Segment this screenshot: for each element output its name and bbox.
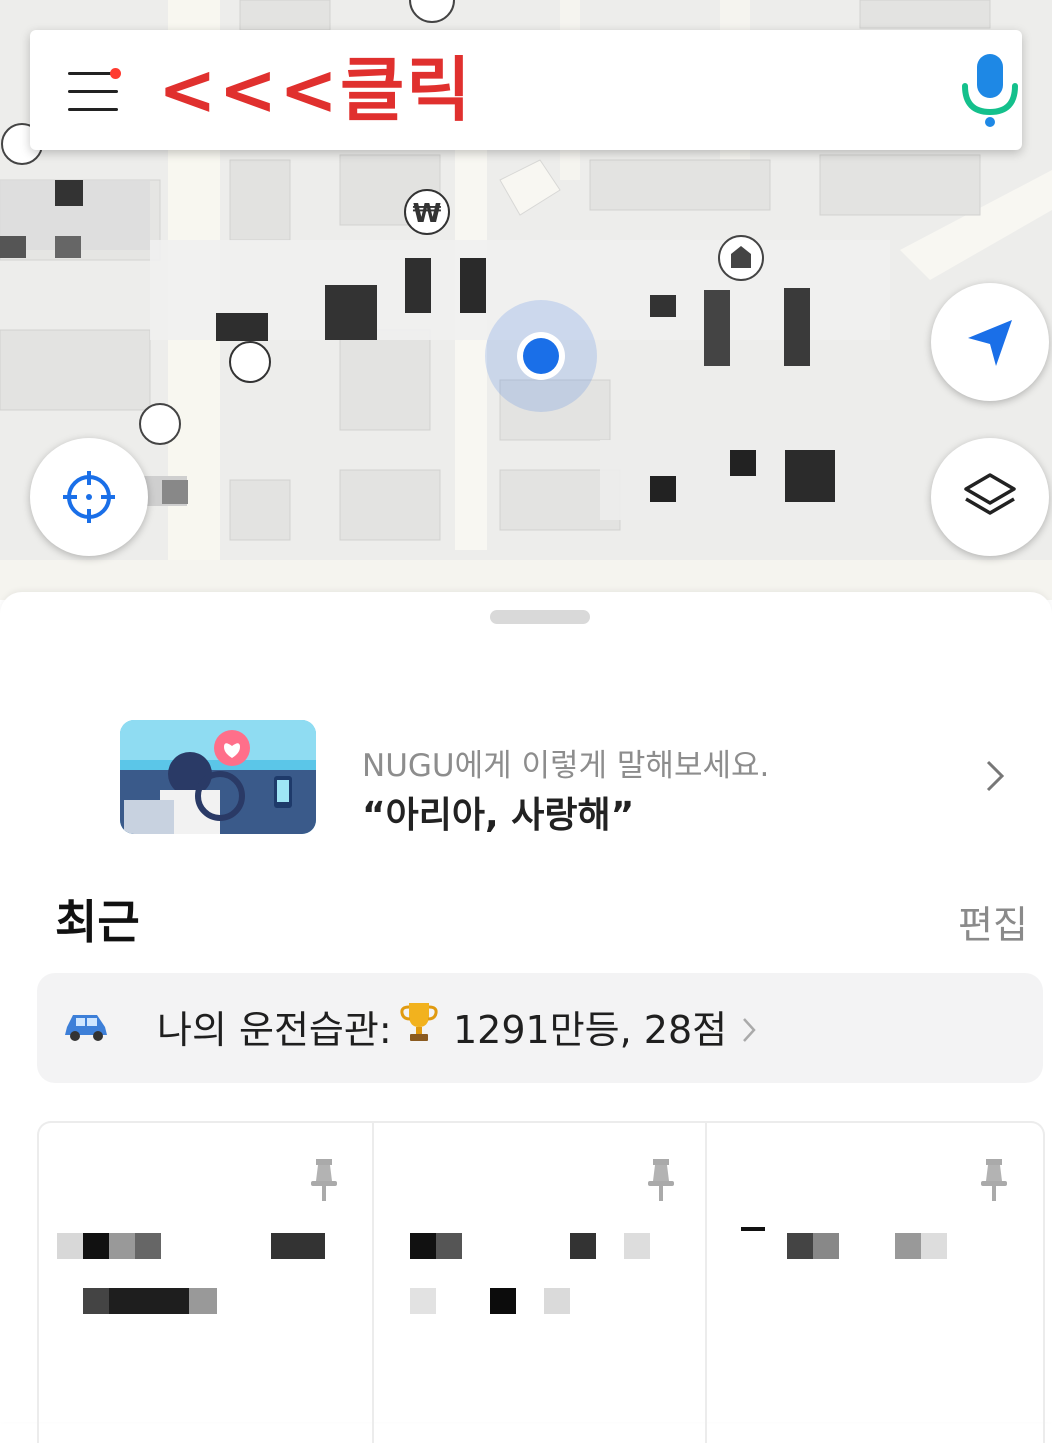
current-location-marker: [517, 332, 565, 380]
map-layers-button[interactable]: [931, 438, 1049, 556]
search-bar[interactable]: <<<클릭: [30, 30, 1022, 150]
svg-text:₩: ₩: [413, 199, 442, 229]
layers-icon: [964, 473, 1016, 515]
recent-place-card[interactable]: [372, 1123, 707, 1443]
current-location-crosshair-icon: [63, 471, 115, 523]
promo-illustration: [120, 720, 316, 834]
click-annotation-text: <<<클릭: [158, 49, 473, 131]
driving-habit-banner[interactable]: 나의 운전습관: 1291만등, 28점: [37, 973, 1043, 1083]
microphone-icon: [962, 54, 1018, 127]
recent-place-card[interactable]: [705, 1123, 1040, 1443]
trophy-icon: [400, 1003, 438, 1041]
recent-section-title: 최근: [55, 895, 140, 949]
car-icon: [65, 1015, 107, 1041]
chevron-right-icon: [743, 1018, 756, 1042]
notification-dot: [110, 68, 121, 79]
pin-icon[interactable]: [309, 1157, 339, 1203]
promo-subtitle: NUGU에게 이렇게 말해보세요.: [362, 748, 770, 784]
edit-button[interactable]: 편집: [958, 894, 1028, 949]
chevron-right-icon: [986, 760, 1005, 792]
current-location-button[interactable]: [30, 438, 148, 556]
pin-icon[interactable]: [979, 1157, 1009, 1203]
driving-habit-value: 1291만등, 28점: [453, 1008, 728, 1052]
navigate-arrow-icon: [968, 320, 1012, 366]
navigate-button[interactable]: [931, 283, 1049, 401]
pin-icon[interactable]: [646, 1157, 676, 1203]
bottom-sheet: NUGU에게 이렇게 말해보세요. “아리아, 사랑해” 최근 편집 나의 운전…: [0, 592, 1052, 1443]
promo-phrase: “아리아, 사랑해”: [362, 795, 635, 836]
recent-place-card[interactable]: [39, 1123, 372, 1443]
voice-search-button[interactable]: [955, 50, 1025, 130]
recent-places-cards: [37, 1121, 1045, 1443]
driving-habit-label: 나의 운전습관:: [157, 1008, 392, 1052]
nugu-promo-banner[interactable]: NUGU에게 이렇게 말해보세요. “아리아, 사랑해”: [0, 702, 1052, 852]
sheet-drag-handle[interactable]: [490, 610, 590, 624]
